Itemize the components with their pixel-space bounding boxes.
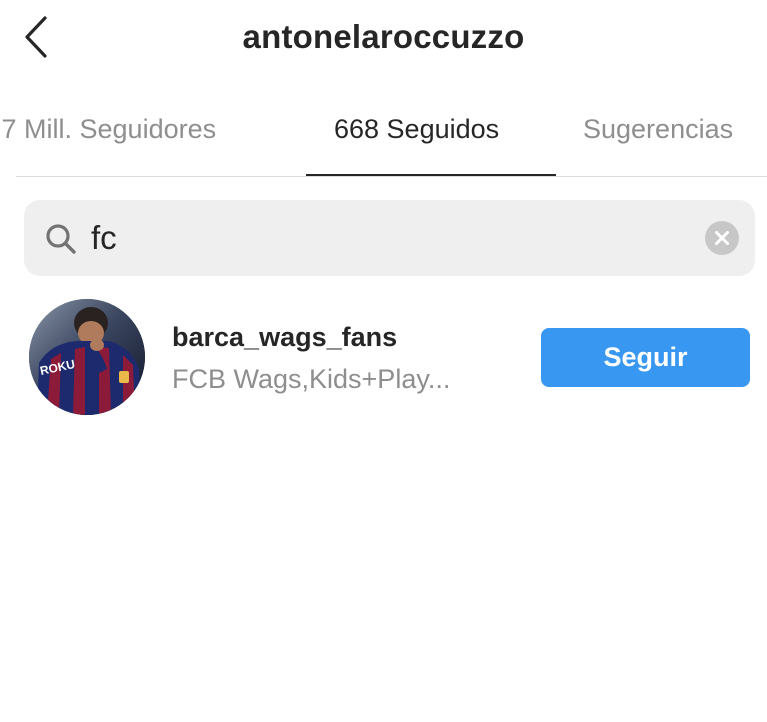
search-bar [24,200,755,276]
page-title: antonelaroccuzzo [242,18,525,55]
tab-bar: ,7 Mill. Seguidores 668 Seguidos Sugeren… [0,96,767,178]
clear-icon [715,231,729,245]
full-name: FCB Wags,Kids+Play... [172,364,451,394]
search-input[interactable] [91,212,681,264]
tab-divider [16,176,767,177]
username[interactable]: barca_wags_fans [172,322,397,353]
search-icon [46,224,76,254]
avatar[interactable]: ROKU [29,299,145,415]
tab-suggestions[interactable]: Sugerencias [583,114,733,145]
active-tab-indicator [306,174,556,176]
list-item[interactable]: ROKU barca_wags_fans FCB Wags,Kids+Play.… [0,296,767,420]
header: antonelaroccuzzo [0,0,767,80]
follow-button[interactable]: Seguir [541,328,750,387]
avatar-image: ROKU [29,299,145,415]
clear-search-button[interactable] [705,221,739,255]
tab-following[interactable]: 668 Seguidos [334,114,499,145]
tab-followers[interactable]: ,7 Mill. Seguidores [0,114,216,145]
screen: antonelaroccuzzo ,7 Mill. Seguidores 668… [0,0,767,722]
